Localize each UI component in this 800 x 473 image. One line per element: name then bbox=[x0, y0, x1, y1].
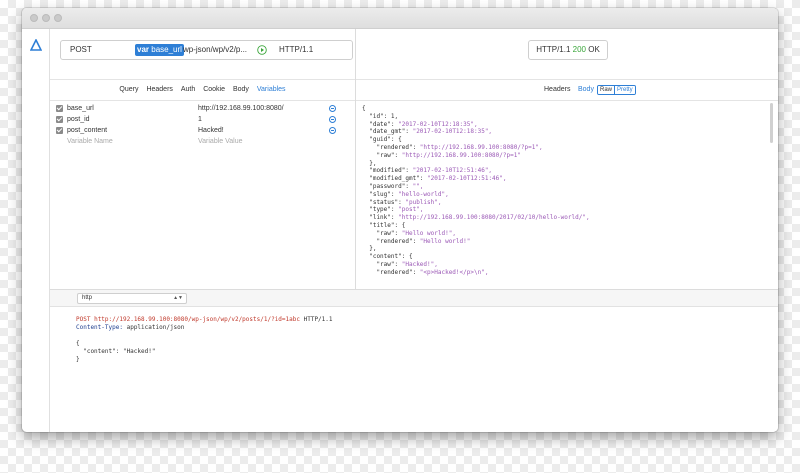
new-variable-row: Variable Name Variable Value bbox=[50, 136, 355, 147]
raw-body-line: "content": "Hacked!" bbox=[76, 348, 156, 355]
variable-value[interactable]: http://192.168.99.100:8080/ bbox=[198, 103, 284, 114]
variable-value[interactable]: 1 bbox=[198, 114, 202, 125]
tab-cookie[interactable]: Cookie bbox=[203, 86, 225, 93]
format-select[interactable]: http ▲▼ bbox=[77, 293, 187, 304]
raw-method: POST bbox=[76, 316, 91, 323]
protocol-label: HTTP/1.1 bbox=[279, 45, 314, 54]
url-text[interactable]: wp-json/wp/v2/p... bbox=[183, 41, 247, 59]
variable-row: base_url http://192.168.99.100:8080/ bbox=[50, 103, 355, 114]
response-body-line: "rendered": "http://192.168.99.100:8080/… bbox=[362, 143, 543, 151]
response-body-line: "raw": "http://192.168.99.100:8080/?p=1" bbox=[362, 151, 521, 159]
app-logo-icon[interactable] bbox=[30, 39, 42, 51]
tab-headers[interactable]: Headers bbox=[146, 86, 172, 93]
remove-variable-icon[interactable] bbox=[329, 105, 336, 112]
variable-row: post_content Hacked! bbox=[50, 125, 355, 136]
new-variable-name-input[interactable]: Variable Name bbox=[67, 136, 113, 147]
raw-header-value: application/json bbox=[126, 324, 185, 331]
response-body-line: "link": "http://192.168.99.100:8080/2017… bbox=[362, 214, 590, 222]
url-variable-token[interactable]: var base_url bbox=[135, 44, 184, 56]
response-body-line: "title": { bbox=[362, 221, 406, 229]
status-protocol: HTTP/1.1 bbox=[536, 45, 571, 54]
var-name: base_url bbox=[151, 45, 182, 54]
view-pretty-button[interactable]: Pretty bbox=[614, 86, 635, 94]
variable-enabled-checkbox[interactable] bbox=[56, 116, 63, 123]
response-body-line: "rendered": "Hello world!" bbox=[362, 237, 471, 245]
zoom-window-button[interactable] bbox=[54, 14, 62, 22]
variable-value[interactable]: Hacked! bbox=[198, 125, 224, 136]
response-body-line: }, bbox=[362, 159, 377, 167]
request-pane: POST var base_url wp-json/wp/v2/p... HTT… bbox=[50, 29, 356, 289]
raw-request-toolbar: http ▲▼ bbox=[50, 290, 778, 307]
response-body-line: "date_gmt": "2017-02-10T12:18:35", bbox=[362, 128, 493, 136]
response-body-line: "content": { bbox=[362, 253, 413, 261]
tab-response-body[interactable]: Body bbox=[578, 80, 594, 100]
raw-body-line: { bbox=[76, 340, 80, 347]
response-body-line: { bbox=[362, 105, 366, 112]
minimize-window-button[interactable] bbox=[42, 14, 50, 22]
response-body-line: "status": "publish", bbox=[362, 198, 442, 206]
request-tabs: Query Headers Auth Cookie Body Variables bbox=[50, 79, 355, 101]
variable-enabled-checkbox[interactable] bbox=[56, 127, 63, 134]
variable-enabled-checkbox[interactable] bbox=[56, 105, 63, 112]
send-play-icon[interactable] bbox=[257, 45, 267, 55]
view-raw-button[interactable]: Raw bbox=[598, 86, 615, 94]
tab-query[interactable]: Query bbox=[119, 86, 138, 93]
tab-body[interactable]: Body bbox=[233, 86, 249, 93]
response-scrollbar[interactable] bbox=[770, 103, 773, 143]
response-body-line: "date": "2017-02-10T12:18:35", bbox=[362, 120, 478, 128]
response-body-line: "guid": { bbox=[362, 136, 402, 144]
raw-request-text: POST http://192.168.99.100:8080/wp-json/… bbox=[76, 316, 768, 364]
response-body-line: "raw": "Hacked!", bbox=[362, 260, 438, 268]
variable-name[interactable]: post_id bbox=[67, 114, 90, 125]
app-window: POST var base_url wp-json/wp/v2/p... HTT… bbox=[22, 8, 778, 432]
close-window-button[interactable] bbox=[30, 14, 38, 22]
response-body-line: "slug": "hello-world", bbox=[362, 190, 449, 198]
raw-body-line: } bbox=[76, 356, 80, 363]
response-body-line: "modified": "2017-02-10T12:51:46", bbox=[362, 167, 493, 175]
status-badge: HTTP/1.1 200 OK bbox=[528, 40, 608, 60]
var-keyword: var bbox=[137, 45, 150, 54]
method-select[interactable]: POST bbox=[70, 41, 92, 59]
status-text: OK bbox=[588, 45, 600, 54]
new-variable-value-input[interactable]: Variable Value bbox=[198, 136, 243, 147]
left-sidebar bbox=[22, 29, 50, 432]
tab-variables[interactable]: Variables bbox=[257, 86, 286, 93]
response-pane: HTTP/1.1 200 OK Headers Body Raw Pretty {… bbox=[356, 29, 778, 289]
response-body-line: "raw": "Hello world!", bbox=[362, 229, 456, 237]
response-body: { "id": 1, "date": "2017-02-10T12:18:35"… bbox=[362, 105, 764, 289]
response-body-line: }, bbox=[362, 245, 377, 253]
response-body-line: "id": 1, bbox=[362, 112, 399, 120]
url-bar[interactable]: POST var base_url wp-json/wp/v2/p... HTT… bbox=[60, 40, 353, 60]
variables-table: base_url http://192.168.99.100:8080/ pos… bbox=[50, 103, 355, 147]
remove-variable-icon[interactable] bbox=[329, 116, 336, 123]
raw-request-pane: http ▲▼ POST http://192.168.99.100:8080/… bbox=[50, 289, 778, 432]
response-body-line: "password": "", bbox=[362, 182, 424, 190]
response-tabs: Headers Body Raw Pretty bbox=[356, 79, 778, 101]
response-body-line: "type": "post", bbox=[362, 206, 424, 214]
raw-protocol: HTTP/1.1 bbox=[303, 316, 333, 323]
status-code: 200 bbox=[572, 45, 587, 54]
raw-url: http://192.168.99.100:8080/wp-json/wp/v2… bbox=[94, 316, 300, 323]
variable-row: post_id 1 bbox=[50, 114, 355, 125]
format-select-value: http bbox=[82, 295, 93, 301]
response-body-line: "rendered": "<p>Hacked!</p>\n", bbox=[362, 268, 489, 276]
raw-header-key: Content-Type: bbox=[76, 324, 123, 331]
variable-name[interactable]: post_content bbox=[67, 125, 107, 136]
title-bar bbox=[22, 8, 778, 29]
select-arrows-icon: ▲▼ bbox=[173, 295, 183, 301]
tab-response-headers[interactable]: Headers bbox=[544, 80, 570, 100]
response-body-line: "modified_gmt": "2017-02-10T12:51:46", bbox=[362, 175, 507, 183]
tab-auth[interactable]: Auth bbox=[181, 86, 195, 93]
variable-name[interactable]: base_url bbox=[67, 103, 94, 114]
view-mode-toggle: Raw Pretty bbox=[597, 85, 636, 95]
remove-variable-icon[interactable] bbox=[329, 127, 336, 134]
